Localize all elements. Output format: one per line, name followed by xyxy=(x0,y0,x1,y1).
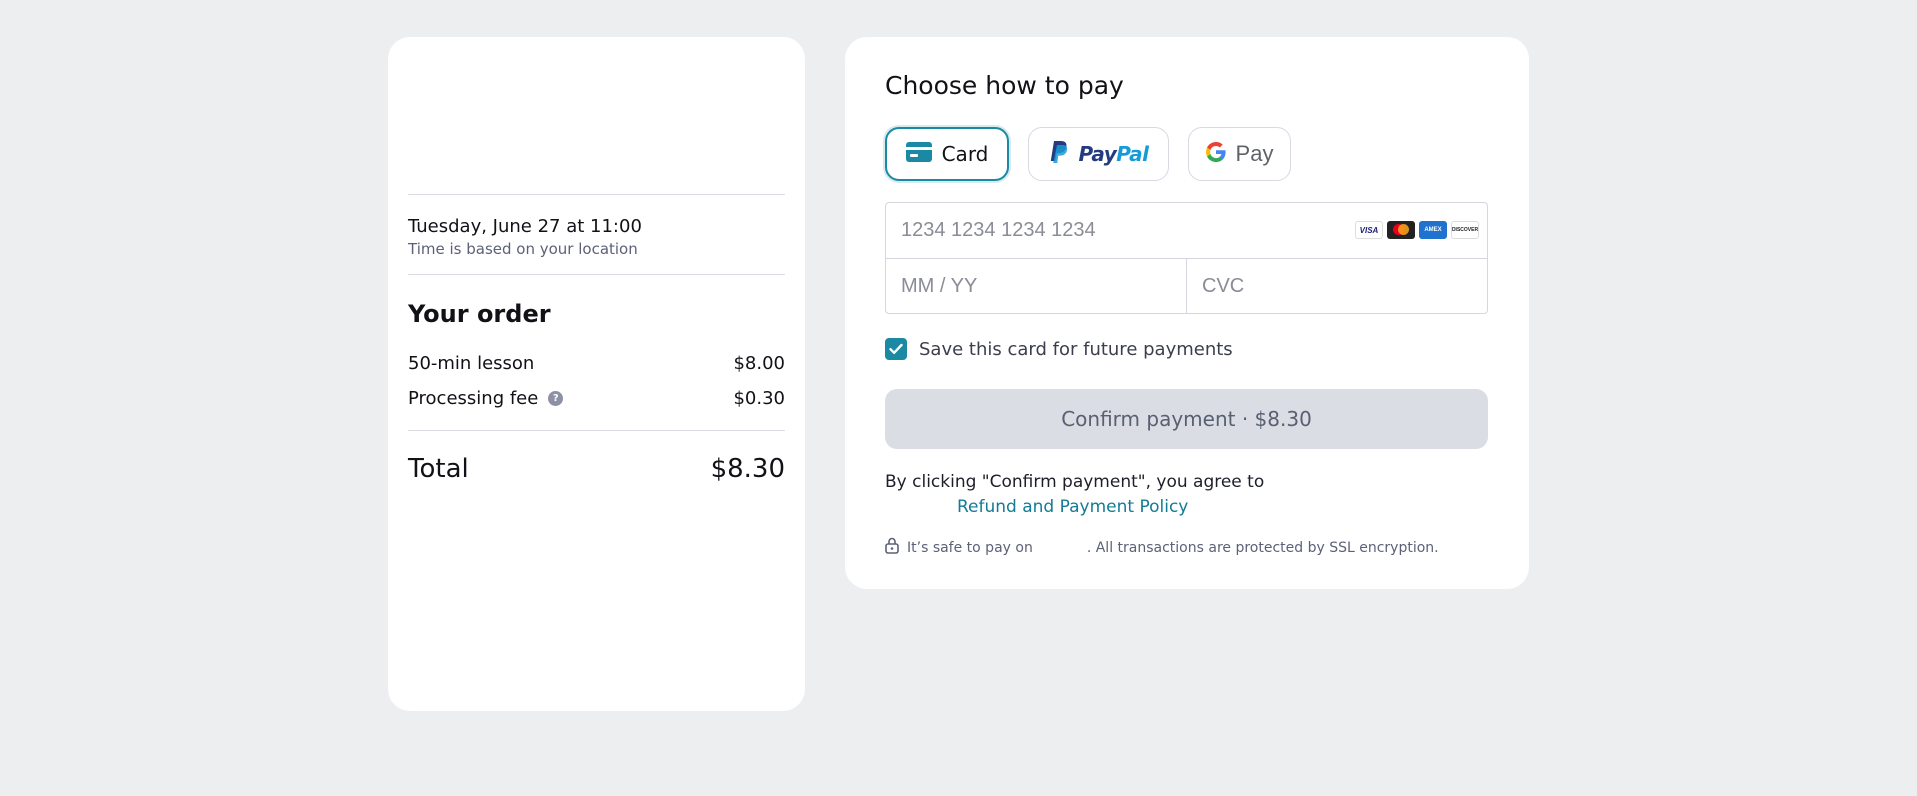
pay-method-paypal-button[interactable]: PayPal xyxy=(1028,127,1169,181)
card-expiry-input[interactable] xyxy=(886,259,1186,314)
credit-card-icon xyxy=(905,141,932,167)
agreement-text: By clicking "Confirm payment", you agree… xyxy=(885,470,1264,520)
confirm-payment-button[interactable]: Confirm payment · $8.30 xyxy=(885,389,1488,449)
order-line-item: 50-min lesson $8.00 xyxy=(408,353,785,374)
save-card-row: Save this card for future payments xyxy=(885,338,1233,360)
discover-logo-icon: DISCOVER xyxy=(1451,221,1479,239)
security-text-start: It’s safe to pay on xyxy=(907,539,1033,556)
card-number-input[interactable] xyxy=(886,203,1346,258)
line-item-price: $8.00 xyxy=(733,353,785,374)
paypal-wordmark: PayPal xyxy=(1078,142,1149,166)
total-label: Total xyxy=(408,454,469,484)
order-summary-panel: Tuesday, June 27 at 11:00 Time is based … xyxy=(388,37,805,711)
pay-method-label: Pay xyxy=(1235,141,1274,166)
order-title: Your order xyxy=(408,300,551,328)
checkmark-icon xyxy=(889,343,903,354)
lock-icon xyxy=(885,537,899,558)
card-brand-logos: VISA AMEX DISCOVER xyxy=(1355,221,1479,239)
line-item-price: $0.30 xyxy=(733,388,785,409)
divider xyxy=(408,430,785,431)
save-card-label[interactable]: Save this card for future payments xyxy=(919,339,1233,360)
card-details-form: VISA AMEX DISCOVER xyxy=(885,202,1488,314)
divider xyxy=(408,274,785,275)
security-text-end: . All transactions are protected by SSL … xyxy=(1086,539,1439,556)
paypal-wordmark-part2: Pal xyxy=(1116,142,1149,166)
pay-method-card-button[interactable]: Card xyxy=(885,127,1009,181)
lesson-date: Tuesday, June 27 at 11:00 xyxy=(408,216,642,237)
security-note: It’s safe to pay on . All transactions ar… xyxy=(885,537,1439,558)
line-item-label: Processing fee xyxy=(408,388,539,409)
visa-logo-icon: VISA xyxy=(1355,221,1383,239)
amex-logo-icon: AMEX xyxy=(1419,221,1447,239)
help-icon[interactable]: ? xyxy=(548,391,564,406)
paypal-logo-icon xyxy=(1048,140,1068,168)
paypal-wordmark-part1: Pay xyxy=(1078,142,1117,166)
line-item-label: 50-min lesson xyxy=(408,353,535,374)
payment-title: Choose how to pay xyxy=(885,71,1124,100)
pay-method-label: Card xyxy=(941,142,989,166)
order-line-item: Processing fee ? $0.30 xyxy=(408,388,785,409)
mastercard-logo-icon xyxy=(1387,221,1415,239)
divider xyxy=(408,194,785,195)
save-card-checkbox[interactable] xyxy=(885,338,907,360)
refund-policy-link[interactable]: Refund and Payment Policy xyxy=(957,495,1264,520)
payment-panel: Choose how to pay Card PayPal Pay 1234 1… xyxy=(845,37,1529,589)
google-g-icon xyxy=(1205,142,1226,166)
order-total: Total $8.30 xyxy=(408,454,785,484)
total-value: $8.30 xyxy=(710,454,785,484)
line-item-label-wrap: Processing fee ? xyxy=(408,388,564,409)
card-cvc-input[interactable] xyxy=(1187,259,1487,314)
time-zone-note: Time is based on your location xyxy=(408,240,638,258)
security-text: It’s safe to pay on . All transactions ar… xyxy=(907,540,1439,556)
pay-method-google-pay-button[interactable]: Pay xyxy=(1188,127,1291,181)
agreement-sentence: By clicking "Confirm payment", you agree… xyxy=(885,472,1265,492)
